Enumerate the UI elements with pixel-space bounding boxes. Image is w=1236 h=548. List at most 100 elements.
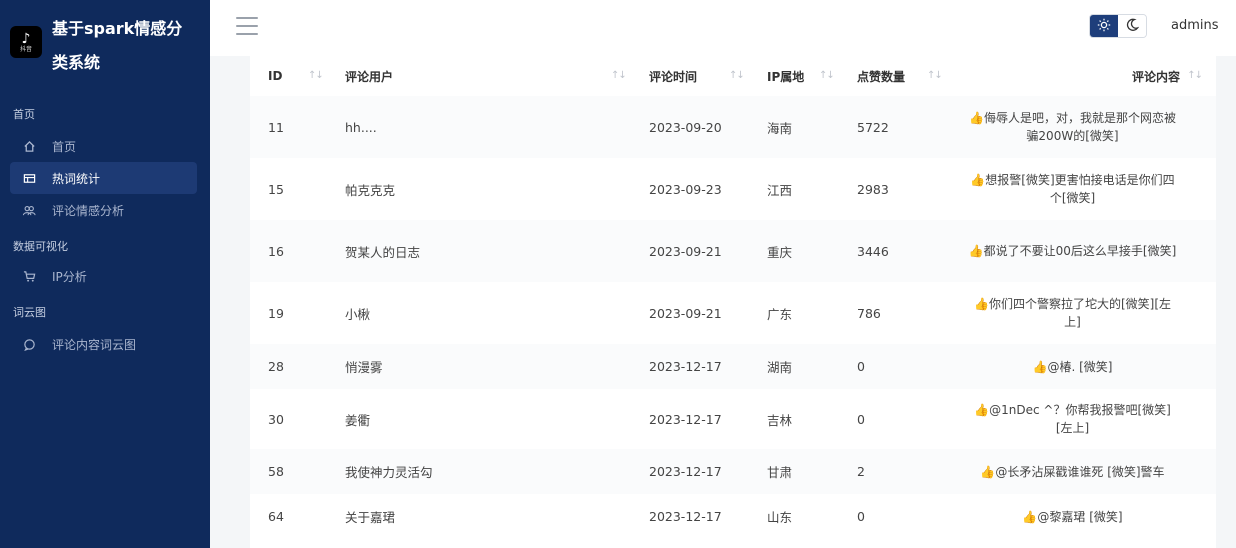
light-theme-button[interactable] — [1090, 15, 1118, 37]
column-header-content[interactable]: 评论内容 ↑↓ — [949, 56, 1216, 96]
comment-text: @椿. [微笑] — [1047, 359, 1113, 374]
cell-likes: 2983 — [857, 181, 889, 197]
cell-id: 15 — [268, 181, 284, 197]
cell-user: 贺某人的日志 — [327, 220, 631, 282]
table-row: 28 悄漫雾 2023-12-17 湖南 0 👍@椿. [微笑] — [250, 344, 1216, 389]
column-header-user[interactable]: 评论用户 ↑↓ — [327, 56, 631, 96]
cell-id: 64 — [268, 509, 284, 524]
column-header-id[interactable]: ID ↑↓ — [250, 56, 327, 96]
comment-text: 都说了不要让00后这么早接手[微笑] — [983, 244, 1177, 258]
cell-likes: 3446 — [839, 220, 949, 282]
menu-toggle-icon[interactable] — [236, 17, 258, 35]
top-header: admins — [210, 0, 1236, 56]
chat-icon — [22, 338, 36, 351]
comments-table: ID ↑↓ 评论用户 ↑↓ 评论时间 ↑↓ IP属地 ↑↓ 点赞数量 ↑↓ 评论内容 ↑↓ … — [250, 56, 1216, 539]
cell-content: 👍想报警[微笑]更害怕接电话是你们四个[微笑] — [949, 158, 1216, 220]
cell-id: 11 — [250, 96, 327, 158]
cell-likes: 5722 — [839, 96, 949, 158]
sidebar-item-label: 热词统计 — [52, 171, 101, 186]
cell-likes: 0 — [857, 509, 865, 524]
column-header-likes[interactable]: 点赞数量 ↑↓ — [839, 56, 949, 96]
cell-ip: 海南 — [749, 96, 839, 158]
table-row: 64 关于嘉珺 2023-12-17 山东 0 👍@黎嘉珺 [微笑] — [250, 494, 1216, 539]
brand: ♪ 抖音 基于spark情感分类系统 — [0, 0, 210, 96]
comment-text: @长矛沾屎戳谁谁死 [微笑]警车 — [995, 464, 1165, 479]
comment-text: 你们四个警察拉了坨大的[微笑][左上] — [988, 297, 1171, 329]
cell-user: 姜衢 — [345, 412, 371, 428]
sidebar-item-label: 评论情感分析 — [52, 203, 125, 218]
home-icon — [22, 140, 36, 153]
cell-time: 2023-09-21 — [631, 220, 749, 282]
cell-content: 👍@椿. [微笑] — [949, 344, 1216, 389]
sidebar-item-label: IP分析 — [52, 269, 87, 284]
cell-ip: 吉林 — [767, 412, 793, 428]
sort-icon[interactable]: ↑↓ — [1187, 70, 1203, 81]
cell-time: 2023-12-17 — [649, 411, 722, 427]
cell-likes: 786 — [857, 305, 881, 321]
thumbs-up-icon: 👍 — [980, 464, 996, 479]
cell-ip: 甘肃 — [749, 449, 839, 494]
sort-icon[interactable]: ↑↓ — [927, 70, 943, 81]
sun-icon — [1097, 17, 1111, 36]
cell-content: 👍@1nDec ^？你帮我报警吧[微笑][左上] — [949, 389, 1216, 449]
sort-icon[interactable]: ↑↓ — [611, 70, 627, 81]
sidebar-group-home: 首页 — [13, 108, 35, 121]
cell-likes: 0 — [857, 411, 865, 427]
thumbs-up-icon: 👍 — [970, 173, 986, 187]
cell-user: hh.... — [327, 96, 631, 158]
app-logo: ♪ 抖音 — [10, 26, 42, 58]
table-row: 30 姜衢 2023-12-17 吉林 0 👍@1nDec ^？你帮我报警吧[微笑][左上… — [250, 389, 1216, 449]
moon-icon — [1125, 17, 1140, 36]
sidebar-item-hot-words[interactable]: 热词统计 — [10, 162, 197, 194]
table-row: 15 帕克克克 2023-09-23 江西 2983 👍想报警[微笑]更害怕接电话是你们四… — [250, 158, 1216, 220]
cell-time: 2023-09-21 — [649, 305, 722, 321]
sort-icon[interactable]: ↑↓ — [729, 70, 745, 81]
column-header-ip[interactable]: IP属地 ↑↓ — [749, 56, 839, 96]
cell-content: 👍侮辱人是吧，对，我就是那个网恋被骗200W的[微笑] — [949, 96, 1216, 158]
cell-user: 我使神力灵活勾 — [327, 449, 631, 494]
logo-caption: 抖音 — [19, 45, 32, 53]
theme-toggle[interactable] — [1089, 14, 1147, 38]
cell-likes: 0 — [839, 344, 949, 389]
thumbs-up-icon: 👍 — [969, 111, 984, 125]
table-row: 58 我使神力灵活勾 2023-12-17 甘肃 2 👍@长矛沾屎戳谁谁死 [微笑]警车 — [250, 449, 1216, 494]
user-name[interactable]: admins — [1171, 18, 1219, 33]
cell-user: 帕克克克 — [345, 182, 396, 198]
cell-time: 2023-12-17 — [649, 509, 722, 524]
thumbs-up-icon: 👍 — [1032, 359, 1048, 374]
sidebar-item-wordcloud[interactable]: 评论内容词云图 — [10, 328, 197, 360]
dark-theme-button[interactable] — [1118, 15, 1146, 37]
table-row: 16 贺某人的日志 2023-09-21 重庆 3446 👍都说了不要让00后这么早接手[… — [250, 220, 1216, 282]
cell-id: 30 — [268, 411, 284, 427]
cell-ip: 湖南 — [749, 344, 839, 389]
cell-likes: 2 — [839, 449, 949, 494]
sort-icon[interactable]: ↑↓ — [819, 70, 835, 81]
thumbs-up-icon: 👍 — [974, 403, 990, 417]
sidebar-item-home[interactable]: 首页 — [10, 130, 197, 162]
table-row: 19 小楸 2023-09-21 广东 786 👍你们四个警察拉了坨大的[微笑][左上] — [250, 282, 1216, 344]
cell-content: 👍@黎嘉珺 [微笑] — [949, 494, 1216, 539]
sort-icon[interactable]: ↑↓ — [308, 70, 324, 81]
thumbs-up-icon: 👍 — [968, 244, 984, 258]
comment-text: 想报警[微笑]更害怕接电话是你们四个[微笑] — [985, 173, 1175, 205]
sidebar-item-sentiment[interactable]: 评论情感分析 — [10, 194, 197, 226]
cell-ip: 江西 — [767, 182, 793, 198]
sidebar-item-label: 首页 — [52, 139, 77, 154]
thumbs-up-icon: 👍 — [1022, 509, 1038, 524]
table-icon — [22, 172, 36, 185]
users-icon — [22, 204, 36, 217]
cell-time: 2023-12-17 — [631, 449, 749, 494]
sidebar-item-ip-analysis[interactable]: IP分析 — [10, 260, 197, 292]
cell-id: 28 — [250, 344, 327, 389]
cell-content: 👍都说了不要让00后这么早接手[微笑] — [949, 220, 1216, 282]
cell-user: 关于嘉珺 — [345, 510, 396, 525]
comment-text: @黎嘉珺 [微笑] — [1037, 509, 1123, 524]
column-header-time[interactable]: 评论时间 ↑↓ — [631, 56, 749, 96]
sidebar: ♪ 抖音 基于spark情感分类系统 首页 首页 热词统计 评论情感分析 数据可… — [0, 0, 210, 548]
cell-ip: 广东 — [767, 306, 793, 322]
logo-glyph: ♪ — [21, 30, 31, 47]
cell-content: 👍@长矛沾屎戳谁谁死 [微笑]警车 — [949, 449, 1216, 494]
sidebar-item-label: 评论内容词云图 — [52, 337, 137, 352]
cell-id: 16 — [250, 220, 327, 282]
table-header-row: ID ↑↓ 评论用户 ↑↓ 评论时间 ↑↓ IP属地 ↑↓ 点赞数量 ↑↓ 评论内容 ↑↓ — [250, 56, 1216, 96]
